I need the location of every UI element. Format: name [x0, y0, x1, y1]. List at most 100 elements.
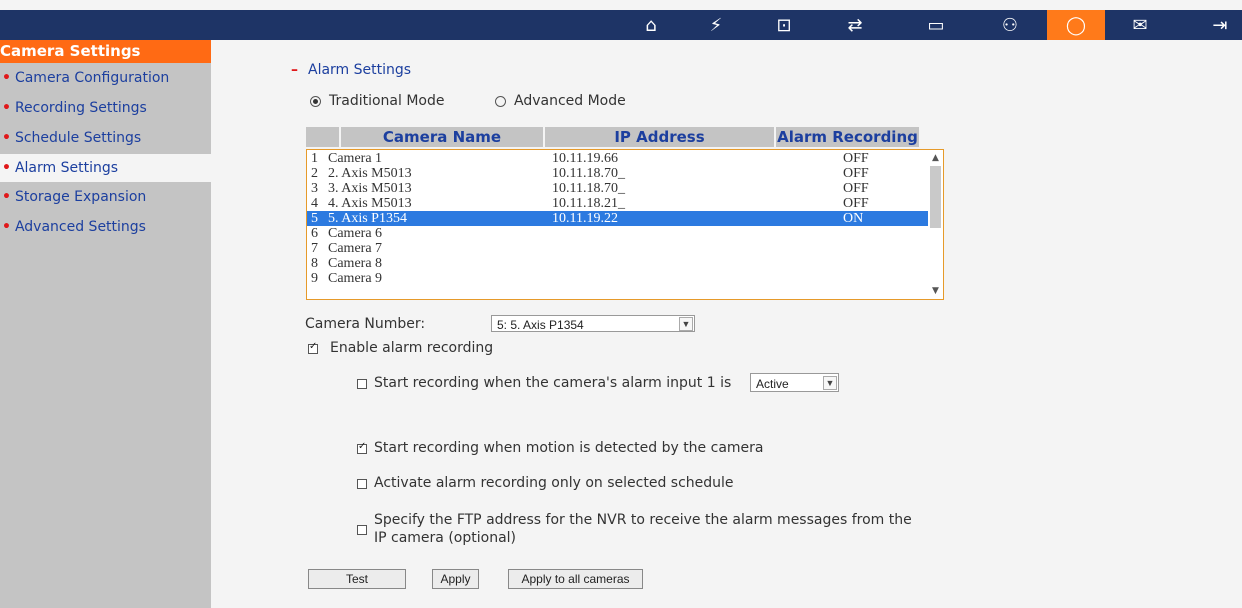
row-camera-name: Camera 9 [328, 271, 383, 286]
header-ip-address: IP Address [545, 127, 774, 147]
chevron-down-icon: ▼ [823, 376, 837, 390]
alarm-input-state-select[interactable]: Active ▼ [750, 373, 839, 392]
sidebar-item-recording-settings[interactable]: • Recording Settings [0, 94, 211, 122]
alarm-input-state-value: Active [756, 377, 789, 391]
header-camera-name: Camera Name [341, 127, 543, 147]
list-item[interactable]: 1 Camera 1 10.11.19.66 OFF [307, 151, 929, 166]
row-ip-address: 10.11.18.70_ [552, 181, 625, 196]
scrollbar-thumb[interactable] [930, 166, 941, 228]
sidebar: Camera Settings • Camera Configuration • R… [0, 40, 211, 608]
schedule-checkbox[interactable] [357, 479, 367, 489]
sidebar-item-storage-expansion[interactable]: • Storage Expansion [0, 183, 211, 211]
camera-settings-icon[interactable]: ◯ [1047, 10, 1105, 40]
bullet-icon: • [2, 160, 11, 176]
top-toolbar: ⌂ ⚡ ⊡ ⇄ ▭ ⚇ ◯ ✉ ⇥ [0, 10, 1242, 40]
camera-number-label: Camera Number: [305, 316, 426, 332]
traditional-mode-label: Traditional Mode [329, 93, 445, 109]
users-icon[interactable]: ⚇ [985, 10, 1035, 40]
chevron-down-icon: ▼ [679, 317, 693, 331]
list-item[interactable]: 9 Camera 9 [307, 271, 929, 286]
advanced-mode-label: Advanced Mode [514, 93, 626, 109]
test-button[interactable]: Test [308, 569, 406, 589]
network-icon[interactable]: ⇄ [835, 10, 875, 40]
row-camera-name: Camera 6 [328, 226, 383, 241]
row-ip-address: 10.11.19.66 [552, 151, 618, 166]
apply-button[interactable]: Apply [432, 569, 479, 589]
bullet-icon: • [2, 189, 11, 205]
section-title: Alarm Settings [308, 62, 412, 78]
sidebar-item-label: Recording Settings [14, 100, 147, 116]
row-camera-name: Camera 8 [328, 256, 383, 271]
apply-to-all-button[interactable]: Apply to all cameras [508, 569, 643, 589]
advanced-mode-radio[interactable]: Advanced Mode [495, 93, 626, 109]
list-item[interactable]: 8 Camera 8 [307, 256, 929, 271]
sidebar-item-schedule-settings[interactable]: • Schedule Settings [0, 124, 211, 152]
list-scrollbar[interactable]: ▲ ▼ [928, 150, 943, 299]
collapse-icon[interactable]: – [291, 62, 298, 78]
row-ip-address: 10.11.18.21_ [552, 196, 625, 211]
ftp-checkbox[interactable] [357, 525, 367, 535]
bullet-icon: • [2, 219, 11, 235]
row-number: 4 [311, 196, 318, 211]
row-camera-name: Camera 1 [328, 151, 383, 166]
row-number: 1 [311, 151, 318, 166]
row-number: 9 [311, 271, 318, 286]
scroll-down-icon[interactable]: ▼ [930, 285, 941, 297]
radio-selected-icon [310, 95, 321, 107]
camera-list[interactable]: 1 Camera 1 10.11.19.66 OFF 2 2. Axis M5013 10… [306, 149, 944, 300]
row-alarm-status: OFF [843, 151, 869, 166]
row-alarm-status: ON [843, 211, 864, 226]
enable-alarm-label: Enable alarm recording [330, 340, 494, 356]
sidebar-title: Camera Settings [0, 40, 211, 63]
header-alarm-recording: Alarm Recording [776, 127, 919, 147]
list-item[interactable]: 4 4. Axis M5013 10.11.18.21_ OFF [307, 196, 929, 211]
row-camera-name: 3. Axis M5013 [328, 181, 412, 196]
list-item[interactable]: 6 Camera 6 [307, 226, 929, 241]
alarm-input-label: Start recording when the camera's alarm … [374, 375, 732, 391]
row-number: 5 [311, 211, 318, 226]
sidebar-item-label: Storage Expansion [14, 189, 147, 205]
sidebar-item-advanced-settings[interactable]: • Advanced Settings [0, 213, 211, 241]
bullet-icon: • [2, 100, 11, 116]
sidebar-item-label: Advanced Settings [14, 219, 146, 235]
enable-alarm-checkbox[interactable] [308, 341, 318, 354]
sidebar-item-alarm-settings[interactable]: • Alarm Settings [0, 154, 211, 182]
section-header[interactable]: – Alarm Settings [291, 62, 411, 78]
row-number: 6 [311, 226, 318, 241]
mail-icon[interactable]: ✉ [1120, 10, 1160, 40]
row-number: 2 [311, 166, 318, 181]
row-camera-name: 5. Axis P1354 [328, 211, 407, 226]
bullet-icon: • [2, 130, 11, 146]
radio-unselected-icon [495, 95, 506, 107]
sidebar-item-label: Schedule Settings [14, 130, 142, 146]
list-item[interactable]: 3 3. Axis M5013 10.11.18.70_ OFF [307, 181, 929, 196]
camera-number-select[interactable]: 5: 5. Axis P1354 ▼ [491, 315, 695, 332]
ftp-label-line2: IP camera (optional) [374, 530, 516, 546]
ftp-label-line1: Specify the FTP address for the NVR to r… [374, 512, 912, 528]
list-item[interactable]: 7 Camera 7 [307, 241, 929, 256]
system-settings-icon[interactable]: ⊡ [764, 10, 804, 40]
header-number [306, 127, 339, 147]
list-item-selected[interactable]: 5 5. Axis P1354 10.11.19.22 ON [307, 211, 929, 226]
scroll-up-icon[interactable]: ▲ [930, 152, 941, 164]
row-ip-address: 10.11.18.70_ [552, 166, 625, 181]
logout-icon[interactable]: ⇥ [1200, 10, 1240, 40]
row-number: 8 [311, 256, 318, 271]
row-camera-name: 2. Axis M5013 [328, 166, 412, 181]
row-ip-address: 10.11.19.22 [552, 211, 618, 226]
row-alarm-status: OFF [843, 196, 869, 211]
list-item[interactable]: 2 2. Axis M5013 10.11.18.70_ OFF [307, 166, 929, 181]
traditional-mode-radio[interactable]: Traditional Mode [310, 93, 445, 109]
motion-detection-checkbox[interactable] [357, 441, 367, 454]
row-number: 7 [311, 241, 318, 256]
row-number: 3 [311, 181, 318, 196]
sidebar-item-camera-configuration[interactable]: • Camera Configuration [0, 64, 211, 92]
storage-icon[interactable]: ▭ [912, 10, 960, 40]
home-icon[interactable]: ⌂ [634, 10, 668, 40]
row-camera-name: Camera 7 [328, 241, 383, 256]
schedule-label: Activate alarm recording only on selecte… [374, 475, 734, 491]
quick-config-icon[interactable]: ⚡ [696, 10, 736, 40]
alarm-input-checkbox[interactable] [357, 379, 367, 389]
sidebar-item-label: Alarm Settings [14, 160, 119, 176]
camera-number-value: 5: 5. Axis P1354 [497, 318, 584, 332]
